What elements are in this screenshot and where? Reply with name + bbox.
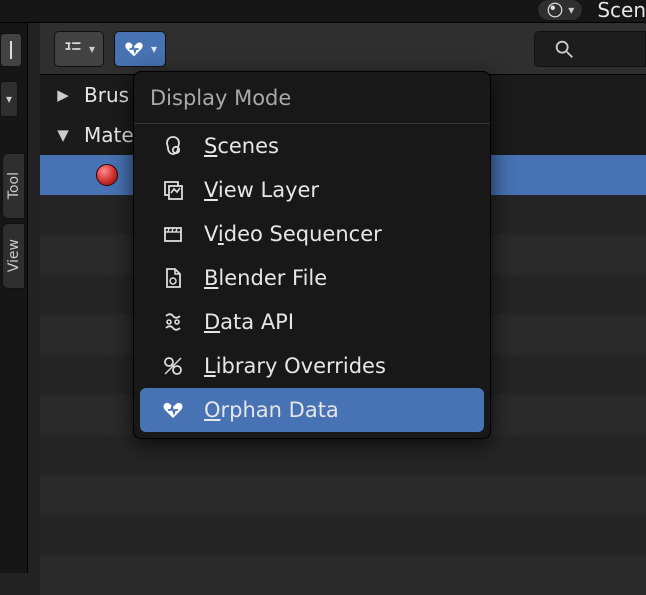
display-mode-item-library-overrides[interactable]: Library Overrides <box>140 344 484 388</box>
display-mode-item-view-layer[interactable]: View Layer <box>140 168 484 212</box>
topbar-right-group: ▾ Scen <box>537 0 646 23</box>
blender-file-icon <box>160 265 186 291</box>
outliner-header: ▾ ▾ <box>40 23 646 75</box>
toolbar-handle-button[interactable] <box>0 33 22 67</box>
sidebar-tab-tool[interactable]: Tool <box>2 153 25 219</box>
app-topbar: ▾ Scen <box>0 0 646 23</box>
chevron-down-icon: ▾ <box>6 92 12 106</box>
display-mode-item-label: Data API <box>204 310 294 334</box>
heart-pulse-icon <box>123 38 145 60</box>
popup-title: Display Mode <box>134 72 490 124</box>
display-mode-dropdown[interactable]: ▾ <box>114 31 166 67</box>
display-mode-popup: Display Mode Scenes View Layer Video Seque… <box>133 71 491 439</box>
heart-pulse-icon <box>160 397 186 423</box>
display-mode-item-video-sequencer[interactable]: Video Sequencer <box>140 212 484 256</box>
sphere-icon <box>546 1 564 19</box>
chevron-down-icon: ▾ <box>568 3 574 17</box>
library-overrides-icon <box>160 353 186 379</box>
sidebar-tab-view[interactable]: View <box>2 223 25 289</box>
display-mode-item-label: View Layer <box>204 178 319 202</box>
tree-row-label: Brus <box>84 83 129 107</box>
view-layer-icon <box>160 177 186 203</box>
display-mode-item-data-api[interactable]: Data API <box>140 300 484 344</box>
display-mode-item-label: Orphan Data <box>204 398 339 422</box>
tree-row-label: Mate <box>84 123 134 147</box>
disclosure-closed-icon[interactable]: ▶ <box>56 86 70 104</box>
toolbar-expand-button[interactable]: ▾ <box>0 81 18 117</box>
search-icon <box>553 38 575 60</box>
editor-type-dropdown[interactable]: ▾ <box>54 31 104 67</box>
disclosure-open-icon[interactable]: ▼ <box>56 126 70 144</box>
left-tool-strip: ▾ Tool View <box>0 23 28 573</box>
chevron-down-icon: ▾ <box>151 42 157 56</box>
viewport-shading-pill[interactable]: ▾ <box>537 0 583 21</box>
sidebar-tab-label: View <box>6 239 22 272</box>
display-mode-item-scenes[interactable]: Scenes <box>140 124 484 168</box>
data-api-icon <box>160 309 186 335</box>
outliner-icon <box>63 39 83 59</box>
outliner-search-input[interactable] <box>534 31 646 67</box>
material-preview-icon <box>96 164 118 186</box>
display-mode-item-label: Video Sequencer <box>204 222 382 246</box>
scenes-icon <box>160 133 186 159</box>
chevron-down-icon: ▾ <box>89 42 95 56</box>
video-sequencer-icon <box>160 221 186 247</box>
scene-name-label: Scen <box>597 0 646 22</box>
sidebar-tab-label: Tool <box>6 172 22 199</box>
display-mode-item-label: Scenes <box>204 134 279 158</box>
display-mode-item-label: Blender File <box>204 266 327 290</box>
display-mode-item-orphan-data[interactable]: Orphan Data <box>140 388 484 432</box>
grip-icon <box>8 40 14 60</box>
display-mode-item-blender-file[interactable]: Blender File <box>140 256 484 300</box>
display-mode-item-label: Library Overrides <box>204 354 386 378</box>
